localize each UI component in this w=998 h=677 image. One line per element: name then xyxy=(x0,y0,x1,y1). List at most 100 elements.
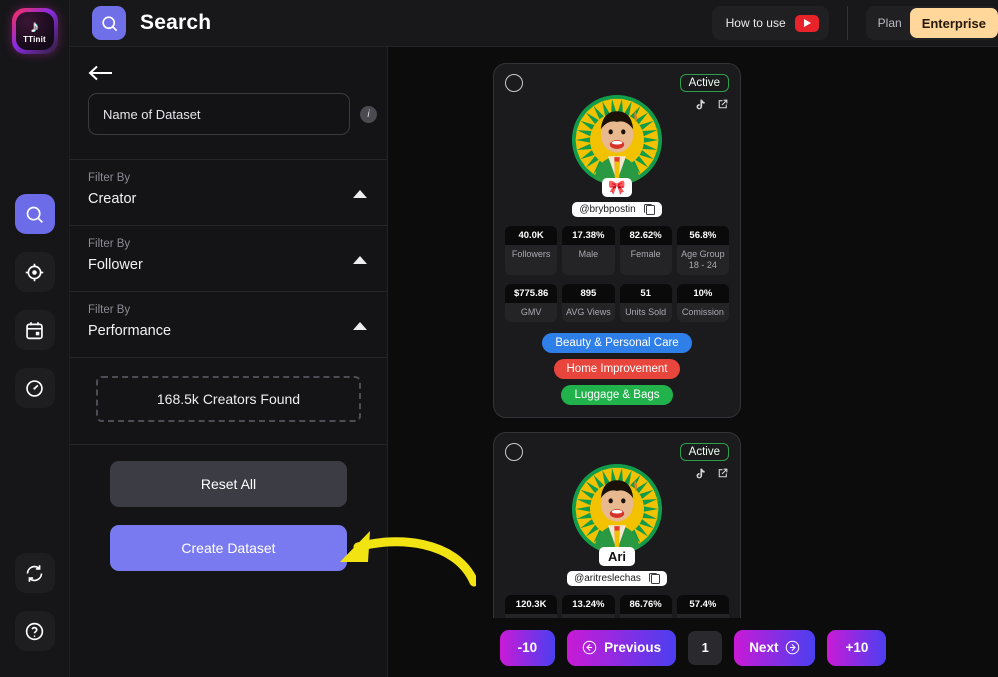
back-button[interactable] xyxy=(88,63,114,83)
creator-handle-chip[interactable]: @brybpostin xyxy=(572,202,662,217)
plan-badge: Enterprise xyxy=(909,8,998,38)
creator-avatar-image xyxy=(572,95,662,185)
filter-label: Filter By xyxy=(88,238,131,250)
arrow-right-circle-icon xyxy=(785,640,800,655)
creator-handle-wrap: @aritreslechas xyxy=(505,571,729,586)
rail-bottom-group xyxy=(14,553,55,677)
page-minus-10-button[interactable]: -10 xyxy=(499,629,556,666)
reset-all-button[interactable]: Reset All xyxy=(110,461,347,507)
creator-card[interactable]: Active 🎀 @brybpostin 40.0K Followers 17.… xyxy=(493,63,741,418)
rail-item-target[interactable] xyxy=(14,252,55,292)
brand-logo[interactable]: ♪ TTinit xyxy=(11,8,58,54)
stat-label: Female xyxy=(630,249,661,259)
next-page-button[interactable]: Next xyxy=(734,629,816,666)
how-to-use-button[interactable]: How to use xyxy=(711,6,829,40)
creator-name: Ari xyxy=(598,547,636,566)
left-rail: ♪ TTinit xyxy=(0,0,70,677)
help-circle-icon xyxy=(25,622,44,640)
tiktok-note-icon[interactable] xyxy=(694,467,707,480)
rail-item-refresh[interactable] xyxy=(14,553,55,593)
stats-row-demographics: 40.0K Followers 17.38% Male 82.62% Femal… xyxy=(505,226,729,275)
refresh-icon xyxy=(26,564,43,582)
creator-name: 🎀 xyxy=(602,178,632,197)
search-icon xyxy=(101,15,117,31)
filter-value: Creator xyxy=(88,191,137,207)
stat-label: GMV xyxy=(520,307,542,317)
stat-label: Followers xyxy=(511,249,551,259)
card-select-radio[interactable] xyxy=(505,74,523,92)
stat-value: 82.62% xyxy=(619,226,672,245)
back-row xyxy=(70,47,387,83)
category-tag[interactable]: Beauty & Personal Care xyxy=(542,333,692,353)
stat-cell: 57.4% Age Group 25 - 34 xyxy=(676,595,729,618)
filter-section-creator[interactable]: Filter By Creator xyxy=(70,160,387,226)
chevron-up-icon[interactable] xyxy=(353,322,367,330)
copy-icon[interactable] xyxy=(643,203,655,215)
stat-cell: 895 AVG Views xyxy=(562,284,615,322)
card-link-icons xyxy=(694,467,729,480)
chevron-up-icon[interactable] xyxy=(353,256,367,264)
creator-handle-text: @aritreslechas xyxy=(574,573,641,584)
card-status-group: Active xyxy=(679,443,729,480)
external-link-icon[interactable] xyxy=(716,467,729,480)
chevron-up-icon[interactable] xyxy=(353,190,367,198)
category-tags: Beauty & Personal Care Home Improvement Lu… xyxy=(505,333,729,405)
avatar xyxy=(572,464,662,554)
filter-value: Follower xyxy=(88,257,143,273)
target-icon xyxy=(25,263,44,281)
current-page-number[interactable]: 1 xyxy=(688,630,723,665)
stats-row-performance: $775.86 GMV 895 AVG Views 51 Units Sold … xyxy=(505,284,729,322)
how-to-use-label: How to use xyxy=(725,16,786,30)
next-label: Next xyxy=(749,640,779,655)
rail-item-dashboard[interactable] xyxy=(14,368,55,408)
rail-item-calendar[interactable] xyxy=(14,310,55,350)
dataset-name-input[interactable] xyxy=(88,93,350,135)
header-right-group: How to use Plan Enterprise xyxy=(711,0,998,46)
stat-label: Units Sold xyxy=(625,307,667,317)
creator-name-wrap: Ari xyxy=(505,547,729,566)
card-link-icons xyxy=(694,98,729,111)
creator-avatar-image xyxy=(572,464,662,554)
stat-value: 120.3K xyxy=(505,595,558,614)
creator-handle-chip[interactable]: @aritreslechas xyxy=(567,571,667,586)
previous-label: Previous xyxy=(604,640,662,655)
rail-item-help[interactable] xyxy=(14,611,55,651)
arrow-left-circle-icon xyxy=(582,640,597,655)
stat-label: AVG Views xyxy=(566,307,611,317)
search-icon xyxy=(26,206,43,223)
copy-icon[interactable] xyxy=(648,572,660,584)
calendar-icon xyxy=(26,321,43,339)
rail-item-search[interactable] xyxy=(14,194,55,234)
stat-value: 56.8% xyxy=(676,226,729,245)
create-dataset-button[interactable]: Create Dataset xyxy=(110,525,347,571)
filter-performance-text: Filter By Performance xyxy=(88,304,171,339)
tiktok-note-icon[interactable] xyxy=(694,98,707,111)
panel-actions: Reset All Create Dataset xyxy=(70,445,387,571)
external-link-icon[interactable] xyxy=(716,98,729,111)
info-icon[interactable]: i xyxy=(360,105,377,123)
creators-found-box: 168.5k Creators Found xyxy=(96,376,361,422)
creator-handle-wrap: @brybpostin xyxy=(505,202,729,217)
page-title: Search xyxy=(140,11,212,34)
stats-row-demographics: 120.3K Followers 13.24% Male 86.76% Fema… xyxy=(505,595,729,618)
filter-follower-text: Filter By Follower xyxy=(88,238,143,273)
status-badge: Active xyxy=(679,74,729,92)
stat-cell: $775.86 GMV xyxy=(505,284,558,322)
creator-card[interactable]: Active Ari @aritreslechas 120.3K 13.24% … xyxy=(493,432,741,618)
header-divider xyxy=(846,6,848,40)
plan-indicator[interactable]: Plan Enterprise xyxy=(865,6,998,40)
previous-page-button[interactable]: Previous xyxy=(567,629,677,666)
category-tag[interactable]: Home Improvement xyxy=(553,359,681,379)
page-plus-10-button[interactable]: +10 xyxy=(827,629,887,666)
dataset-name-row: i xyxy=(70,83,387,135)
category-tag[interactable]: Luggage & Bags xyxy=(561,385,673,405)
stat-value: 86.76% xyxy=(619,595,672,614)
filter-section-performance[interactable]: Filter By Performance xyxy=(70,292,387,358)
stat-cell: 86.76% Female xyxy=(619,595,672,618)
filter-section-follower[interactable]: Filter By Follower xyxy=(70,226,387,292)
stat-value: 40.0K xyxy=(505,226,558,245)
filter-label: Filter By xyxy=(88,304,131,316)
stat-value: 17.38% xyxy=(562,226,615,245)
speedometer-icon xyxy=(26,379,43,397)
card-select-radio[interactable] xyxy=(505,443,523,461)
